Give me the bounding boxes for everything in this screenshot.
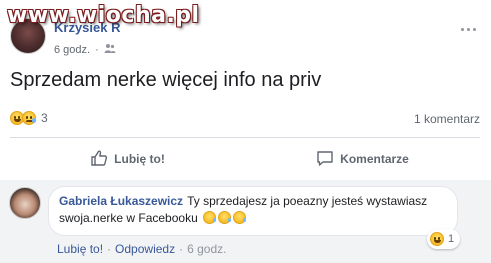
laughing-emoji-icon bbox=[430, 232, 444, 246]
action-bar: Lubię to! Komentarze bbox=[10, 142, 480, 176]
commenter-avatar[interactable] bbox=[9, 187, 41, 219]
comment-bubble: Gabriela Łukaszewicz Ty sprzedajesz ja po… bbox=[48, 186, 458, 236]
comment-like-link[interactable]: Lubię to! bbox=[57, 242, 103, 256]
thumbs-up-icon bbox=[90, 149, 108, 170]
comment-button[interactable]: Komentarze bbox=[245, 142, 480, 176]
comment-label: Komentarze bbox=[340, 152, 409, 166]
separator: · bbox=[107, 242, 112, 256]
crying-emoji-icon bbox=[218, 211, 232, 224]
comment-reaction-count: 1 bbox=[448, 233, 455, 245]
commenter-name[interactable]: Gabriela Łukaszewicz bbox=[59, 194, 183, 208]
dot-separator: · bbox=[95, 44, 99, 56]
divider bbox=[10, 137, 480, 138]
like-button[interactable]: Lubię to! bbox=[10, 142, 245, 176]
comments-count[interactable]: 1 komentarz bbox=[414, 112, 480, 126]
friends-icon[interactable] bbox=[104, 43, 116, 57]
comment-reply-link[interactable]: Odpowiedz bbox=[115, 242, 175, 256]
comment-actions: Lubię to! · Odpowiedz · 6 godz. bbox=[57, 242, 226, 256]
post-text: Sprzedam nerke więcej info na priv bbox=[10, 69, 322, 91]
post-meta: 6 godz. · bbox=[54, 43, 116, 57]
reaction-count: 3 bbox=[41, 111, 48, 125]
post-timestamp[interactable]: 6 godz. bbox=[54, 44, 90, 56]
watermark-logo: www.wiocha.pl bbox=[7, 3, 200, 28]
comment-timestamp[interactable]: 6 godz. bbox=[187, 242, 226, 256]
more-options-icon[interactable] bbox=[458, 22, 478, 36]
crying-emoji-icon bbox=[233, 211, 247, 224]
separator: · bbox=[179, 242, 184, 256]
comment-reaction-badge[interactable]: 1 bbox=[427, 229, 461, 249]
crying-emoji-icon bbox=[203, 211, 217, 224]
crying-emoji-icon bbox=[22, 111, 36, 125]
reactions-summary[interactable]: 3 bbox=[10, 111, 48, 125]
like-label: Lubię to! bbox=[114, 152, 165, 166]
comment-bubble-icon bbox=[316, 149, 334, 170]
